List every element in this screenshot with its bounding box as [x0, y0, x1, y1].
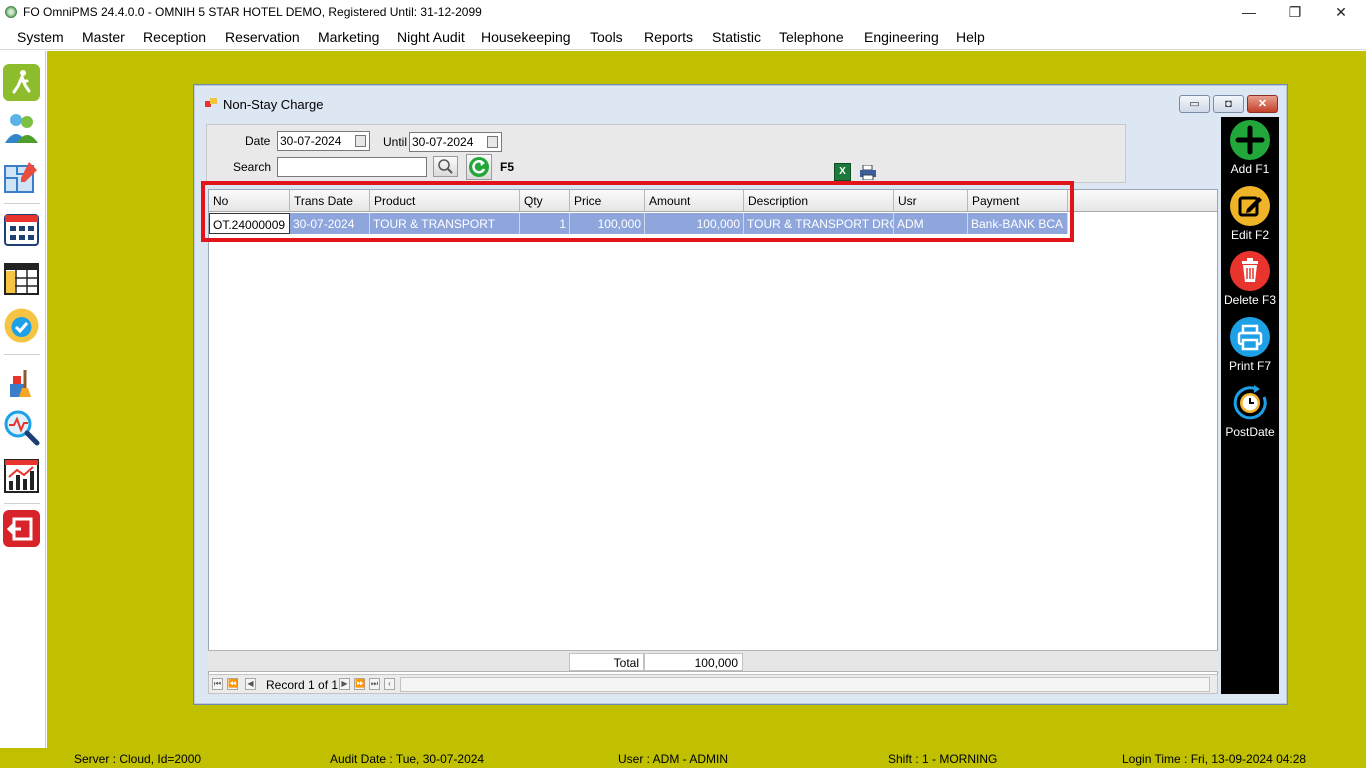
window-title: Non-Stay Charge: [223, 97, 324, 112]
app-logo-icon: [5, 6, 17, 18]
prev-record-button[interactable]: ◀: [245, 678, 256, 690]
scroll-left-button[interactable]: ‹: [384, 678, 395, 690]
menu-reception[interactable]: Reception: [143, 29, 206, 45]
postdate-label: PostDate: [1225, 425, 1275, 439]
delete-button[interactable]: Delete F3: [1221, 251, 1279, 307]
print-button[interactable]: Print F7: [1221, 317, 1279, 373]
dialog-close-button[interactable]: ✕: [1247, 95, 1278, 113]
total-label: Total: [569, 653, 644, 671]
date-from-value: 30-07-2024: [280, 134, 342, 148]
record-position: Record 1 of 1: [266, 678, 339, 692]
status-audit-date: Audit Date : Tue, 30-07-2024: [330, 752, 485, 766]
calendar-icon[interactable]: [3, 259, 40, 296]
search-icon: [438, 159, 453, 174]
walk-in-icon[interactable]: [3, 64, 40, 101]
refresh-button[interactable]: [466, 154, 492, 180]
search-label: Search: [233, 160, 272, 174]
trash-icon: [1230, 251, 1270, 291]
floor-plan-icon[interactable]: [3, 158, 40, 195]
window-icon: [205, 98, 217, 109]
menu-master[interactable]: Master: [82, 29, 125, 45]
restore-button[interactable]: ❐: [1272, 0, 1318, 25]
action-panel: Add F1 Edit F2 Delete F3 Print F7 PostDa…: [1221, 117, 1279, 694]
total-amount: 100,000: [644, 653, 743, 671]
date-until-value: 30-07-2024: [412, 135, 474, 149]
last-record-button[interactable]: ⏭: [369, 678, 380, 690]
print-icon: [1230, 317, 1270, 357]
menu-system[interactable]: System: [17, 29, 64, 45]
statistics-icon[interactable]: [3, 457, 40, 494]
excel-export-icon[interactable]: X: [834, 163, 851, 181]
date-from-field[interactable]: 30-07-2024: [277, 131, 370, 151]
title-bar: FO OmniPMS 24.4.0.0 - OMNIH 5 STAR HOTEL…: [0, 0, 1366, 25]
next-record-button[interactable]: ▶: [339, 678, 350, 690]
exit-icon[interactable]: [3, 510, 40, 547]
date-until-field[interactable]: 30-07-2024: [409, 132, 502, 152]
date-label: Date: [245, 134, 271, 148]
menu-reservation[interactable]: Reservation: [225, 29, 300, 45]
dialog-minimize-button[interactable]: ▭: [1179, 95, 1210, 113]
print-label: Print F7: [1228, 359, 1271, 373]
menu-engineering[interactable]: Engineering: [864, 29, 939, 45]
charges-grid: No Trans Date Product Qty Price Amount D…: [208, 189, 1218, 676]
filter-panel: Date 30-07-2024 Until 30-07-2024 Search …: [206, 124, 1126, 183]
edit-button[interactable]: Edit F2: [1221, 186, 1279, 242]
housekeeping-icon[interactable]: [3, 362, 40, 399]
postdate-button[interactable]: PostDate: [1221, 383, 1279, 439]
prev-page-button[interactable]: ⏪: [227, 678, 238, 690]
next-page-button[interactable]: ⏩: [354, 678, 365, 690]
menu-bar: System Master Reception Reservation Mark…: [0, 25, 1366, 50]
calendar-picker-icon[interactable]: [355, 135, 366, 147]
quick-launch-sidebar: [0, 51, 46, 748]
menu-telephone[interactable]: Telephone: [779, 29, 844, 45]
edit-label: Edit F2: [1230, 228, 1269, 242]
non-stay-charge-window: Non-Stay Charge ▭ ◘ ✕ Date 30-07-2024 Un…: [193, 84, 1288, 705]
edit-icon: [1230, 186, 1270, 226]
grid-footer: Total 100,000: [208, 650, 1218, 672]
status-login-time: Login Time : Fri, 13-09-2024 04:28: [1122, 752, 1307, 766]
add-icon: [1230, 120, 1270, 160]
highlight-box: [201, 181, 1074, 242]
minimize-button[interactable]: —: [1226, 0, 1272, 25]
menu-night-audit[interactable]: Night Audit: [397, 29, 465, 45]
search-input[interactable]: [277, 157, 427, 177]
menu-reports[interactable]: Reports: [644, 29, 693, 45]
add-button[interactable]: Add F1: [1221, 120, 1279, 176]
room-grid-icon[interactable]: [3, 211, 40, 248]
delete-label: Delete F3: [1223, 293, 1277, 307]
dialog-maximize-button[interactable]: ◘: [1213, 95, 1244, 113]
horizontal-scrollbar[interactable]: [400, 677, 1210, 692]
close-button[interactable]: ✕: [1318, 0, 1364, 25]
menu-statistic[interactable]: Statistic: [712, 29, 761, 45]
status-shift: Shift : 1 - MORNING: [888, 752, 998, 766]
menu-help[interactable]: Help: [956, 29, 985, 45]
window-title: FO OmniPMS 24.4.0.0 - OMNIH 5 STAR HOTEL…: [23, 5, 482, 19]
availability-icon[interactable]: [3, 307, 40, 344]
add-label: Add F1: [1230, 162, 1270, 176]
guests-icon[interactable]: [3, 109, 40, 146]
status-server: Server : Cloud, Id=2000: [74, 752, 202, 766]
refresh-hotkey-label: F5: [500, 160, 515, 174]
menu-housekeeping[interactable]: Housekeeping: [481, 29, 571, 45]
until-label: Until: [383, 135, 408, 149]
menu-marketing[interactable]: Marketing: [318, 29, 379, 45]
menu-tools[interactable]: Tools: [590, 29, 623, 45]
refresh-icon: [469, 157, 489, 177]
clock-icon: [1230, 383, 1270, 423]
record-navigator: ⏮ ⏪ ◀ Record 1 of 1 ▶ ⏩ ⏭ ‹: [208, 674, 1218, 694]
status-user: User : ADM - ADMIN: [618, 752, 729, 766]
analysis-icon[interactable]: [3, 409, 40, 446]
search-button[interactable]: [433, 156, 458, 177]
status-bar: Server : Cloud, Id=2000 Audit Date : Tue…: [0, 748, 1366, 768]
calendar-picker-icon[interactable]: [487, 136, 498, 148]
printer-icon[interactable]: [859, 164, 877, 181]
first-record-button[interactable]: ⏮: [212, 678, 223, 690]
